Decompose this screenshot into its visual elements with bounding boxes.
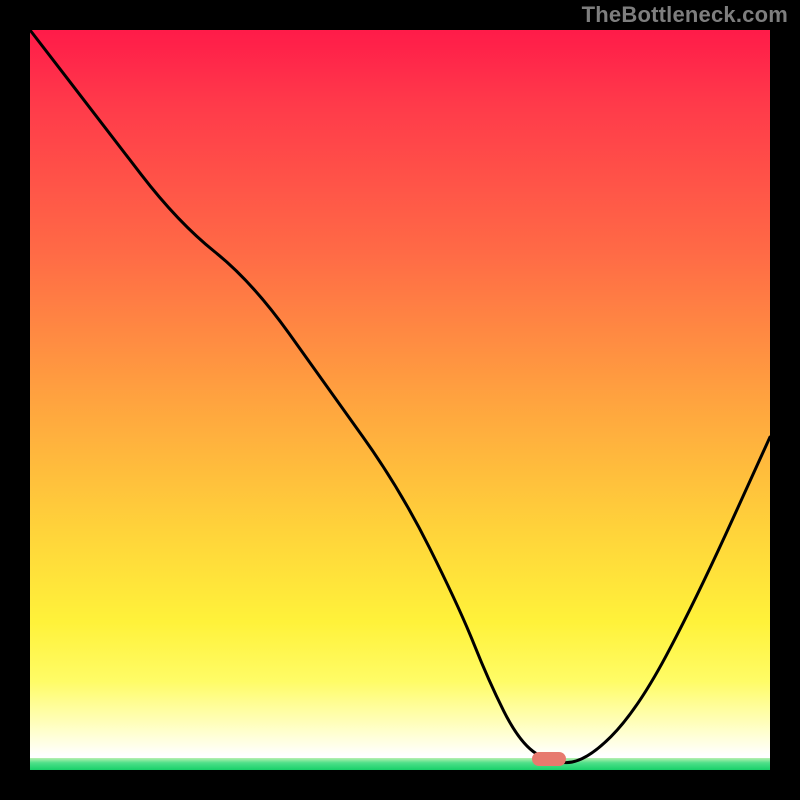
bottleneck-curve [30, 30, 770, 770]
optimal-marker [532, 752, 566, 766]
chart-frame: TheBottleneck.com [0, 0, 800, 800]
plot-area [30, 30, 770, 770]
watermark-text: TheBottleneck.com [582, 2, 788, 28]
curve-path [30, 30, 770, 763]
